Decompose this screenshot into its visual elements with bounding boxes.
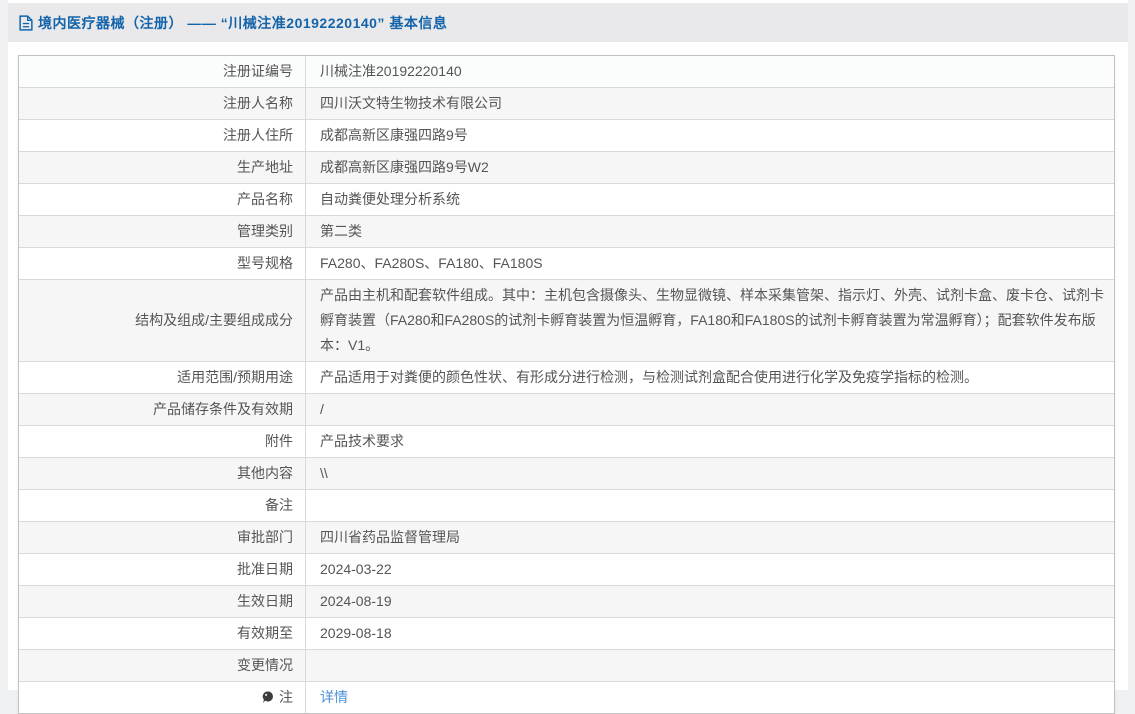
table-row: 其他内容 \\ (19, 458, 1114, 490)
table-row: 注册人名称 四川沃文特生物技术有限公司 (19, 88, 1114, 120)
row-value: 自动粪便处理分析系统 (320, 191, 460, 207)
row-value: 2024-03-22 (320, 561, 392, 577)
row-value: 成都高新区康强四路9号 (320, 127, 468, 143)
table-row: 管理类别 第二类 (19, 216, 1114, 248)
table-row: 型号规格 FA280、FA280S、FA180、FA180S (19, 248, 1114, 280)
table-row: 审批部门 四川省药品监督管理局 (19, 522, 1114, 554)
row-value: 产品技术要求 (320, 433, 404, 449)
row-value: / (320, 401, 324, 417)
row-label: 管理类别 (19, 216, 306, 247)
table-row: 结构及组成/主要组成成分 产品由主机和配套软件组成。其中：主机包含摄像头、生物显… (19, 280, 1114, 362)
row-label: 生效日期 (19, 586, 306, 617)
row-value: \\ (320, 465, 328, 481)
table-row: 产品储存条件及有效期 / (19, 394, 1114, 426)
table-row: 注册证编号 川械注准20192220140 (19, 56, 1114, 88)
row-value: 四川沃文特生物技术有限公司 (320, 95, 502, 111)
row-value: 四川省药品监督管理局 (320, 529, 460, 545)
row-label: 注册证编号 (19, 56, 306, 87)
table-row: 附件 产品技术要求 (19, 426, 1114, 458)
row-value: 2029-08-18 (320, 625, 392, 641)
row-label: 审批部门 (19, 522, 306, 553)
row-value: 产品适用于对粪便的颜色性状、有形成分进行检测，与检测试剂盒配合使用进行化学及免疫… (320, 369, 978, 385)
row-value: 川械注准20192220140 (320, 63, 462, 79)
row-label: 生产地址 (19, 152, 306, 183)
table-row: 有效期至 2029-08-18 (19, 618, 1114, 650)
row-label: 产品名称 (19, 184, 306, 215)
table-row: 适用范围/预期用途 产品适用于对粪便的颜色性状、有形成分进行检测，与检测试剂盒配… (19, 362, 1114, 394)
row-label: 备注 (19, 490, 306, 521)
row-label: 变更情况 (19, 650, 306, 681)
row-label: 型号规格 (19, 248, 306, 279)
row-value: 2024-08-19 (320, 593, 392, 609)
row-value (306, 490, 1114, 521)
row-value: FA280、FA280S、FA180、FA180S (320, 255, 543, 271)
row-label: 附件 (19, 426, 306, 457)
row-value: 详情 (306, 682, 1114, 713)
row-value (306, 650, 1114, 681)
registration-info-table: 注册证编号 川械注准20192220140 注册人名称 四川沃文特生物技术有限公… (18, 55, 1115, 714)
document-icon (19, 14, 33, 31)
row-label: 注册人名称 (19, 88, 306, 119)
table-row: 产品名称 自动粪便处理分析系统 (19, 184, 1114, 216)
table-row: 备注 (19, 490, 1114, 522)
row-label: 注 (19, 682, 306, 713)
note-bulb-icon (262, 691, 274, 704)
row-label: 批准日期 (19, 554, 306, 585)
page-header: 境内医疗器械（注册） —— “川械注准20192220140” 基本信息 (8, 3, 1128, 42)
details-link[interactable]: 详情 (320, 685, 348, 710)
row-value: 成都高新区康强四路9号W2 (320, 159, 489, 175)
row-label: 有效期至 (19, 618, 306, 649)
table-row: 生产地址 成都高新区康强四路9号W2 (19, 152, 1114, 184)
row-label: 其他内容 (19, 458, 306, 489)
table-row: 注册人住所 成都高新区康强四路9号 (19, 120, 1114, 152)
content-card: 境内医疗器械（注册） —— “川械注准20192220140” 基本信息 注册证… (8, 0, 1128, 714)
row-label: 产品储存条件及有效期 (19, 394, 306, 425)
page-title: 境内医疗器械（注册） —— “川械注准20192220140” 基本信息 (38, 14, 448, 31)
row-value: 产品由主机和配套软件组成。其中：主机包含摄像头、生物显微镜、样本采集管架、指示灯… (320, 287, 1104, 353)
table-row: 变更情况 (19, 650, 1114, 682)
row-value: 第二类 (320, 223, 362, 239)
row-label: 注册人住所 (19, 120, 306, 151)
row-label: 适用范围/预期用途 (19, 362, 306, 393)
table-row: 注 详情 (19, 682, 1114, 713)
table-row: 生效日期 2024-08-19 (19, 586, 1114, 618)
table-row: 批准日期 2024-03-22 (19, 554, 1114, 586)
row-label: 结构及组成/主要组成成分 (19, 280, 306, 361)
